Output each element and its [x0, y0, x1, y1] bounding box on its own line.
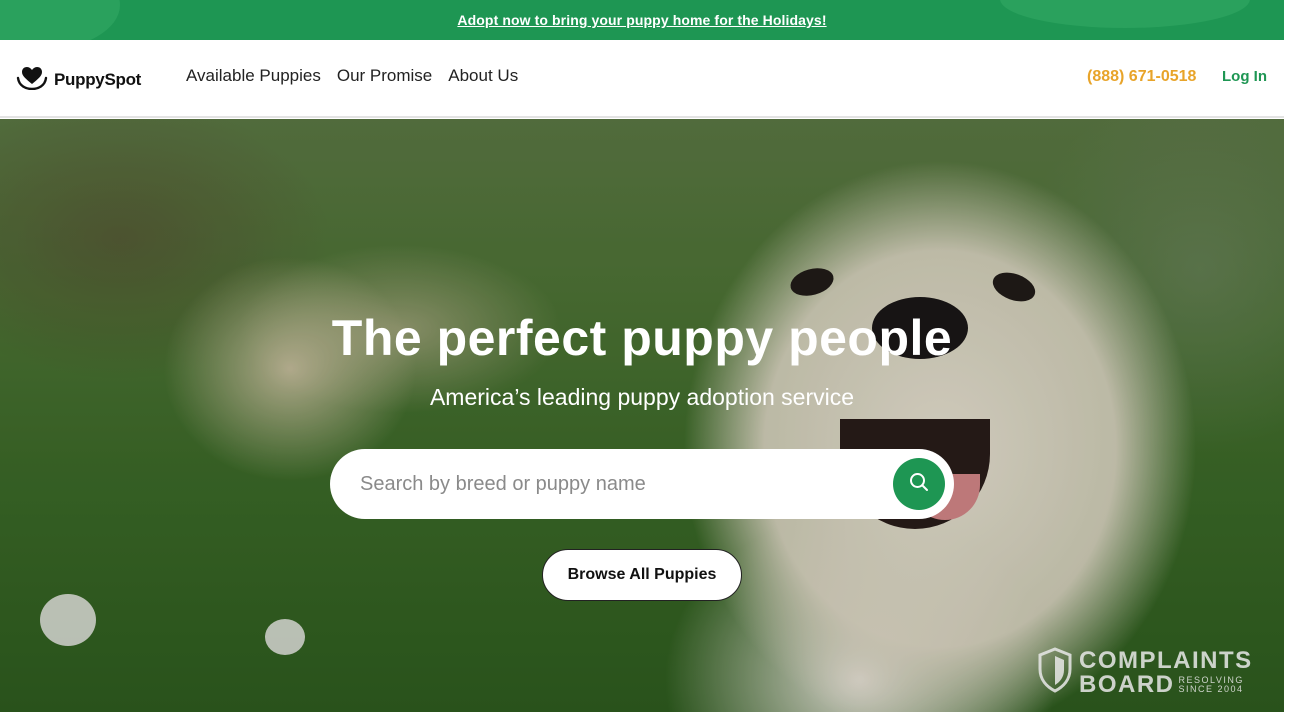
search-input[interactable] — [360, 472, 880, 496]
badge-text: COMPLAINTS BOARD RESOLVING SINCE 2004 — [1079, 646, 1253, 698]
site-header: PuppySpot Available Puppies Our Promise … — [0, 40, 1284, 118]
badge-line2: BOARD — [1079, 670, 1175, 698]
search-bar — [330, 449, 954, 519]
nav-our-promise[interactable]: Our Promise — [337, 66, 432, 86]
promo-decor-blob — [1000, 0, 1250, 28]
shield-icon — [1037, 647, 1073, 698]
promo-decor-blob — [0, 0, 120, 40]
logo-link[interactable]: PuppySpot — [16, 64, 141, 95]
hero-section: The perfect puppy people America’s leadi… — [0, 119, 1284, 712]
browse-all-puppies-button[interactable]: Browse All Puppies — [542, 549, 742, 601]
page: Adopt now to bring your puppy home for t… — [0, 0, 1284, 712]
logo-text: PuppySpot — [54, 69, 142, 89]
badge-line1: COMPLAINTS — [1079, 646, 1253, 674]
badge-bottom-row: BOARD RESOLVING SINCE 2004 — [1079, 670, 1253, 698]
promo-link[interactable]: Adopt now to bring your puppy home for t… — [457, 12, 826, 28]
hero-title: The perfect puppy people — [331, 310, 953, 366]
badge-small2: SINCE 2004 — [1178, 683, 1244, 694]
hero-overlay — [0, 119, 1284, 712]
login-link[interactable]: Log In — [1222, 68, 1267, 85]
badge-small-text: RESOLVING SINCE 2004 — [1178, 675, 1244, 694]
search-icon — [908, 471, 930, 498]
nav-available-puppies[interactable]: Available Puppies — [186, 66, 321, 86]
nav-about-us[interactable]: About Us — [448, 66, 518, 86]
paw-heart-logo-icon — [16, 64, 48, 95]
complaints-board-badge[interactable]: COMPLAINTS BOARD RESOLVING SINCE 2004 — [1037, 647, 1253, 698]
promo-banner: Adopt now to bring your puppy home for t… — [0, 0, 1284, 40]
main-nav: Available Puppies Our Promise About Us — [186, 66, 518, 86]
hero-subtitle: America’s leading puppy adoption service — [429, 384, 855, 410]
search-button[interactable] — [893, 458, 945, 510]
scrollbar-gutter — [1284, 0, 1299, 712]
phone-link[interactable]: (888) 671-0518 — [1087, 68, 1196, 86]
